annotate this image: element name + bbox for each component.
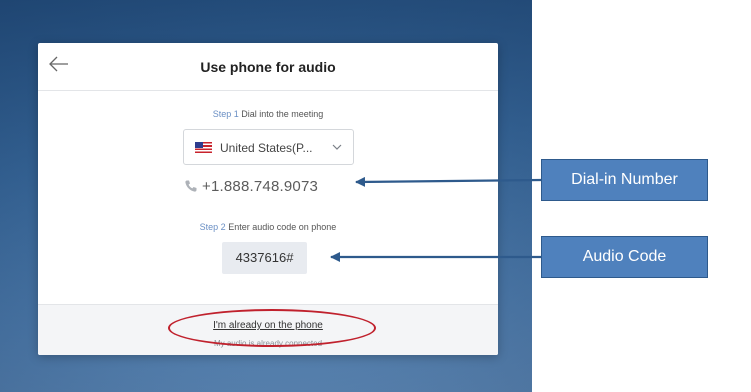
step-1-label: Step 1 Dial into the meeting bbox=[38, 109, 498, 119]
audio-code-callout: Audio Code bbox=[541, 236, 708, 278]
dialog-title: Use phone for audio bbox=[200, 59, 336, 75]
step-2-text: Enter audio code on phone bbox=[228, 222, 337, 232]
step-1-text: Dial into the meeting bbox=[241, 109, 324, 119]
dialog-header: Use phone for audio bbox=[38, 43, 498, 91]
step-2-number: Step 2 bbox=[199, 222, 226, 232]
phone-icon bbox=[185, 180, 197, 192]
step-1-number: Step 1 bbox=[212, 109, 239, 119]
step-2-label: Step 2 Enter audio code on phone bbox=[38, 222, 498, 232]
highlight-ellipse bbox=[168, 309, 376, 347]
dial-in-number: +1.888.748.9073 bbox=[202, 178, 319, 195]
dial-in-number-callout: Dial-in Number bbox=[541, 159, 708, 201]
country-select[interactable]: United States(P... bbox=[183, 129, 354, 165]
chevron-down-icon bbox=[332, 144, 342, 150]
us-flag-icon bbox=[195, 142, 212, 153]
audio-code: 4337616# bbox=[222, 242, 307, 274]
country-selected-value: United States(P... bbox=[220, 141, 313, 155]
